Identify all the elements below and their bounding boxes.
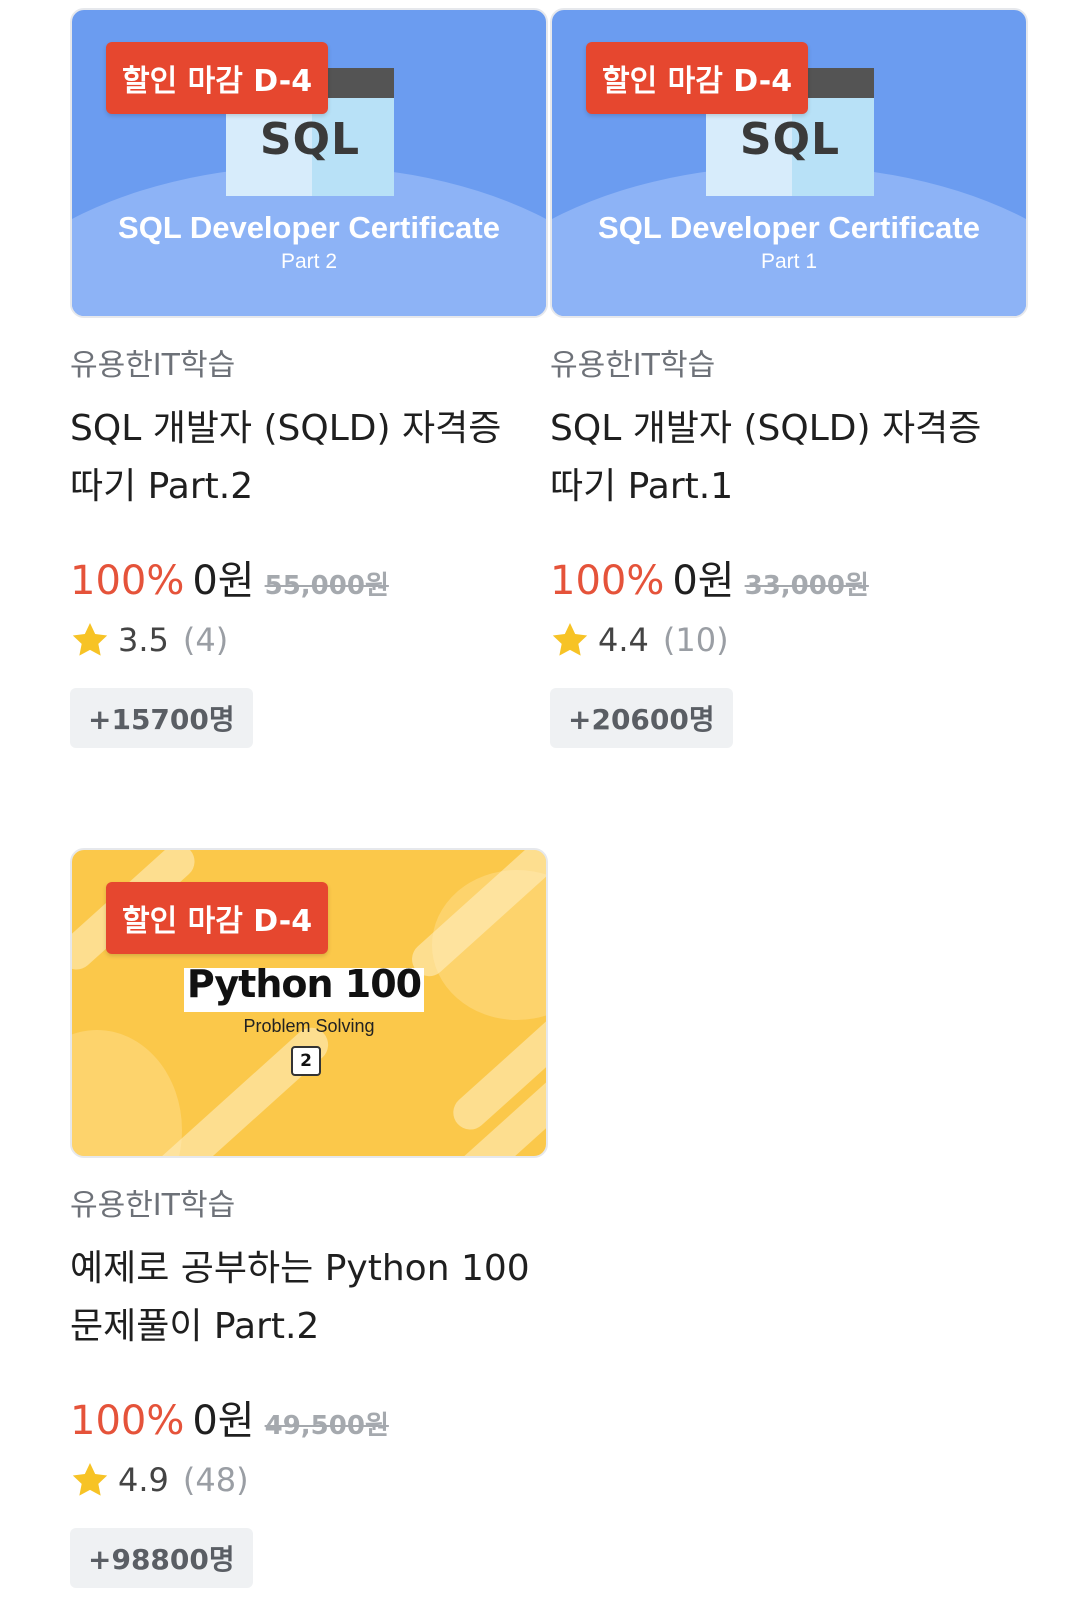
star-icon	[552, 623, 588, 656]
course-title-line: 예제로 공부하는 Python 100	[70, 1248, 530, 1289]
thumbnail-title: SQL Developer Certificate	[598, 210, 980, 245]
sale-price: 0원	[192, 558, 255, 604]
thumbnail-subtitle: Problem Solving	[243, 1016, 375, 1036]
original-price: 55,000원	[264, 571, 389, 601]
thumbnail-part-number: 2	[291, 1046, 321, 1076]
rating-value: 3.5	[118, 621, 169, 659]
course-thumbnail[interactable]: Python 100 Problem Solving 2 할인 마감 D-4	[70, 848, 548, 1158]
rating-value: 4.4	[598, 621, 649, 659]
course-title-line: 따기 Part.1	[550, 466, 734, 507]
course-title-line: 따기 Part.2	[70, 466, 254, 507]
review-count: (4)	[182, 621, 229, 659]
review-count: (10)	[662, 621, 729, 659]
thumbnail-title-box: Python 100	[184, 962, 424, 1012]
sale-price: 0원	[192, 1398, 255, 1444]
discount-deadline-badge: 할인 마감 D-4	[106, 42, 329, 114]
review-count: (48)	[182, 1461, 249, 1499]
star-icon	[72, 623, 108, 656]
discount-rate: 100%	[70, 1398, 185, 1444]
price-row: 100% 0원 33,000원	[550, 548, 1028, 604]
sale-price: 0원	[672, 558, 735, 604]
thumbnail-title: SQL Developer Certificate	[118, 210, 500, 245]
thumbnail-logo-text: SQL	[739, 114, 841, 165]
rating-value: 4.9	[118, 1461, 169, 1499]
course-card[interactable]: SQL SQL Developer Certificate Part 2 할인 …	[70, 8, 548, 748]
instructor-name: 유용한IT학습	[70, 348, 236, 383]
rating-row: 4.4 (10)	[550, 616, 1028, 664]
course-title[interactable]: SQL 개발자 (SQLD) 자격증 따기 Part.1	[550, 400, 1028, 516]
course-title[interactable]: SQL 개발자 (SQLD) 자격증 따기 Part.2	[70, 400, 548, 516]
thumbnail-title: Python 100	[186, 962, 422, 1006]
course-title-line: SQL 개발자 (SQLD) 자격증	[70, 408, 502, 449]
discount-rate: 100%	[550, 558, 665, 604]
student-count-badge: +98800명	[70, 1528, 253, 1588]
original-price: 33,000원	[744, 571, 869, 601]
course-thumbnail[interactable]: SQL SQL Developer Certificate Part 1 할인 …	[550, 8, 1028, 318]
course-title-line: SQL 개발자 (SQLD) 자격증	[550, 408, 982, 449]
thumbnail-logo-text: SQL	[259, 114, 361, 165]
thumbnail-part: Part 1	[760, 250, 818, 273]
course-card[interactable]: Python 100 Problem Solving 2 할인 마감 D-4 유…	[70, 848, 548, 1588]
star-icon	[72, 1463, 108, 1496]
student-count-badge: +15700명	[70, 688, 253, 748]
discount-rate: 100%	[70, 558, 185, 604]
rating-row: 4.9 (48)	[70, 1456, 548, 1504]
original-price: 49,500원	[264, 1411, 389, 1441]
discount-deadline-badge: 할인 마감 D-4	[586, 42, 809, 114]
instructor-name: 유용한IT학습	[550, 348, 716, 383]
price-row: 100% 0원 49,500원	[70, 1388, 548, 1444]
course-thumbnail[interactable]: SQL SQL Developer Certificate Part 2 할인 …	[70, 8, 548, 318]
course-title-line: 문제풀이 Part.2	[70, 1306, 320, 1347]
rating-row: 3.5 (4)	[70, 616, 548, 664]
thumbnail-decoration	[72, 1030, 182, 1156]
course-card[interactable]: SQL SQL Developer Certificate Part 1 할인 …	[550, 8, 1028, 748]
thumbnail-part: Part 2	[280, 250, 338, 273]
student-count-badge: +20600명	[550, 688, 733, 748]
discount-deadline-badge: 할인 마감 D-4	[106, 882, 329, 954]
instructor-name: 유용한IT학습	[70, 1188, 236, 1223]
price-row: 100% 0원 55,000원	[70, 548, 548, 604]
course-title[interactable]: 예제로 공부하는 Python 100 문제풀이 Part.2	[70, 1240, 548, 1356]
